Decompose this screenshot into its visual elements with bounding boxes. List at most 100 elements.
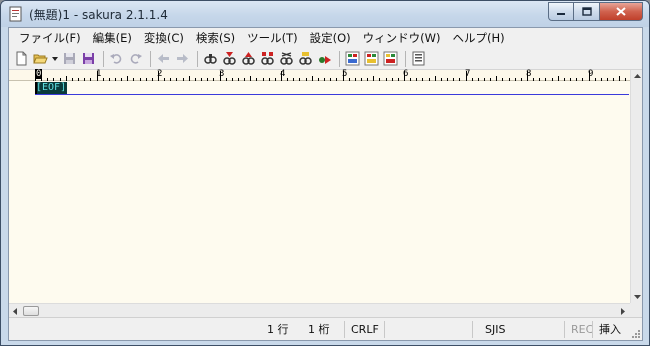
minimize-icon — [557, 12, 565, 15]
search-icon — [204, 54, 217, 64]
tag-jump-icon — [364, 51, 379, 66]
save-button[interactable] — [61, 50, 78, 67]
scroll-right-button[interactable] — [617, 305, 629, 317]
jump-forward-button[interactable] — [174, 50, 191, 67]
redo-button[interactable] — [127, 50, 144, 67]
jump-button[interactable] — [316, 50, 333, 67]
search-prev-icon — [242, 52, 255, 65]
minimize-button[interactable] — [548, 2, 574, 21]
window-title: (無題)1 - sakura 2.1.1.4 — [29, 8, 168, 22]
status-line[interactable]: 1 行 — [261, 321, 289, 338]
undo-icon — [110, 54, 122, 64]
horizontal-scroll-thumb[interactable] — [23, 306, 39, 316]
bookmark-button[interactable] — [297, 50, 314, 67]
settings-icon — [412, 51, 425, 66]
toolbar-separator — [150, 50, 151, 67]
menu-edit[interactable]: 編集(E) — [87, 30, 138, 46]
scroll-left-button[interactable] — [9, 305, 21, 317]
tag-jump-button[interactable] — [363, 50, 380, 67]
macro-button[interactable] — [382, 50, 399, 67]
eof-marker: [EOF] — [35, 82, 68, 94]
bookmark-icon — [299, 52, 312, 65]
open-file-button[interactable] — [32, 50, 49, 67]
ruler: 1 2 3 4 5 6 7 8 9 0 — [9, 69, 630, 81]
replace-icon — [280, 52, 293, 65]
search-prev-button[interactable] — [240, 50, 257, 67]
vertical-scrollbar[interactable] — [630, 70, 642, 303]
ruler-cursor-label: 0 — [35, 69, 43, 79]
settings-button[interactable] — [410, 50, 427, 67]
app-window: (無題)1 - sakura 2.1.1.4 ファイル(F) 編集(E) 変換(… — [0, 0, 650, 346]
scroll-up-button[interactable] — [631, 70, 643, 82]
status-column[interactable]: 1 桁 — [302, 321, 330, 338]
outline-icon — [345, 51, 360, 66]
arrow-left-icon — [13, 307, 17, 315]
caption-buttons — [548, 2, 643, 21]
close-button[interactable] — [600, 2, 643, 21]
scrollbar-corner — [630, 303, 642, 317]
search-next-button[interactable] — [221, 50, 238, 67]
status-rec[interactable]: REC — [564, 321, 593, 338]
ruler-label: 8 — [526, 69, 532, 79]
scroll-down-button[interactable] — [631, 291, 643, 303]
ruler-label: 2 — [157, 69, 163, 79]
status-bar: 1 行 1 桁 CRLF SJIS REC 挿入 — [9, 317, 642, 340]
menu-search[interactable]: 検索(S) — [190, 30, 241, 46]
ruler-label: 4 — [280, 69, 286, 79]
outline-button[interactable] — [344, 50, 361, 67]
status-insert-mode[interactable]: 挿入 — [592, 321, 630, 338]
app-icon — [9, 6, 22, 22]
toolbar-separator — [103, 50, 104, 67]
new-file-button[interactable] — [13, 50, 30, 67]
save-icon — [64, 53, 75, 64]
macro-icon — [383, 51, 398, 66]
text-caret — [35, 82, 37, 94]
jump-back-button[interactable] — [155, 50, 172, 67]
ruler-label: 1 — [96, 69, 102, 79]
horizontal-scrollbar[interactable] — [9, 303, 630, 317]
menu-convert[interactable]: 変換(C) — [138, 30, 190, 46]
arrow-up-icon — [633, 74, 641, 78]
maximize-button[interactable] — [574, 2, 600, 21]
status-encoding[interactable]: SJIS — [472, 321, 564, 338]
menu-window[interactable]: ウィンドウ(W) — [357, 30, 447, 46]
toolbar-separator — [197, 50, 198, 67]
resize-grip-icon[interactable] — [631, 329, 641, 339]
toolbar-separator — [405, 50, 406, 67]
new-file-icon — [16, 51, 27, 66]
save-all-button[interactable] — [80, 50, 97, 67]
menu-bar: ファイル(F) 編集(E) 変換(C) 検索(S) ツール(T) 設定(O) ウ… — [9, 28, 642, 48]
grep-icon — [261, 52, 274, 65]
menu-file[interactable]: ファイル(F) — [13, 30, 87, 46]
status-separator — [384, 321, 472, 338]
open-folder-icon — [33, 54, 48, 64]
replace-button[interactable] — [278, 50, 295, 67]
grep-button[interactable] — [259, 50, 276, 67]
search-next-icon — [223, 52, 236, 65]
text-editor-area[interactable]: [EOF] — [9, 81, 630, 303]
status-line-ending[interactable]: CRLF — [344, 321, 384, 338]
redo-icon — [130, 54, 142, 64]
open-dropdown-button[interactable] — [51, 50, 58, 67]
title-bar[interactable]: (無題)1 - sakura 2.1.1.4 — [1, 1, 649, 27]
dropdown-icon — [51, 56, 58, 61]
cursor-line-underline — [35, 94, 629, 95]
menu-settings[interactable]: 設定(O) — [304, 30, 357, 46]
close-icon — [616, 7, 626, 16]
jump-back-icon — [158, 54, 169, 63]
ruler-label: 6 — [403, 69, 409, 79]
ruler-label: 5 — [342, 69, 348, 79]
undo-button[interactable] — [108, 50, 125, 67]
arrow-right-icon — [621, 307, 625, 315]
ruler-label: 7 — [465, 69, 471, 79]
ruler-ticks — [35, 71, 626, 81]
toolbar — [9, 48, 642, 70]
menu-tools[interactable]: ツール(T) — [241, 30, 304, 46]
jump-icon — [319, 56, 331, 64]
menu-help[interactable]: ヘルプ(H) — [447, 30, 511, 46]
search-button[interactable] — [202, 50, 219, 67]
toolbar-separator — [339, 50, 340, 67]
jump-forward-icon — [177, 54, 188, 63]
editor-frame: ファイル(F) 編集(E) 変換(C) 検索(S) ツール(T) 設定(O) ウ… — [8, 27, 643, 341]
save-all-icon — [83, 53, 94, 64]
